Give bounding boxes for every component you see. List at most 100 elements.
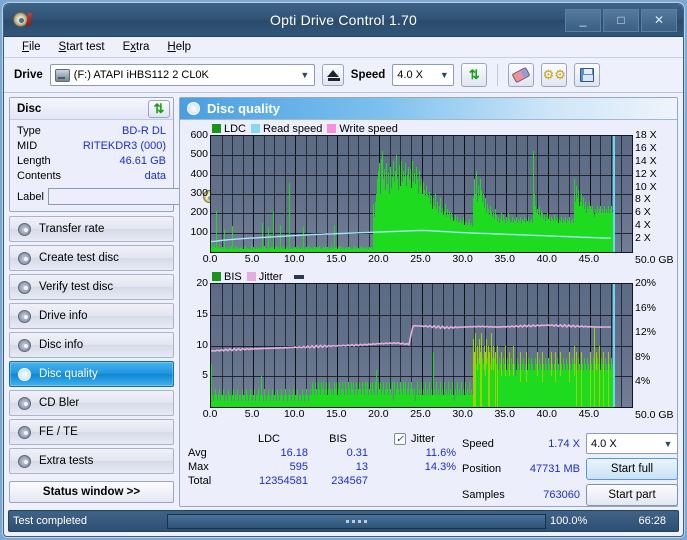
erase-button[interactable]: [508, 63, 534, 87]
ldc-plot-wrap: 100200300400500600 2 X4 X6 X8 X10 X12 X1…: [182, 135, 675, 253]
legend-label: Read speed: [263, 123, 322, 135]
eject-button[interactable]: [322, 64, 344, 86]
run-info-key-speed: Speed: [462, 438, 518, 450]
body: Disc ⇅ Type BD-R DL MID RITEKDR3 (000): [4, 93, 683, 507]
legend-swatch: [294, 275, 304, 279]
disc-icon: [18, 310, 31, 323]
sidebar-item-disc-info[interactable]: Disc info: [9, 332, 174, 358]
y2-tick-label: 10 X: [635, 181, 657, 193]
stats-total-ldc: 12354581: [230, 475, 308, 487]
drive-icon: [55, 69, 70, 82]
app-window: Opti Drive Control 1.70 _ □ ✕ FFileile S…: [3, 3, 684, 537]
stats-col-jitter: ✓ Jitter: [394, 433, 456, 445]
x-tick-label: 40.0: [537, 408, 557, 420]
y2-tick-label: 12%: [635, 326, 656, 338]
menu-bar: FFileile Start test Extra Help: [4, 37, 683, 58]
run-info-key-samples: Samples: [462, 489, 518, 501]
menu-item-file[interactable]: FFileile: [22, 41, 41, 53]
stats-row-key-max: Max: [188, 461, 230, 473]
status-text: Test completed: [13, 515, 163, 527]
progress-bar: [167, 514, 546, 529]
sidebar-item-fe-te[interactable]: FE / TE: [9, 419, 174, 445]
bis-x-axis: 0.05.010.015.020.025.030.035.040.045.0: [210, 408, 633, 422]
run-info-value-samples: 763060: [518, 489, 580, 501]
jitter-checkbox[interactable]: ✓: [394, 433, 406, 445]
x-tick-label: 15.0: [326, 408, 346, 420]
disc-row-contents: Contents data: [17, 169, 166, 184]
disc-row-key: Length: [17, 154, 51, 169]
y-tick-label: 400: [190, 168, 208, 180]
refresh-icon: ⇅: [154, 101, 165, 117]
sidebar-item-label: FE / TE: [39, 426, 78, 438]
x-tick-label: 25.0: [410, 408, 430, 420]
disc-properties: Type BD-R DL MID RITEKDR3 (000) Length 4…: [10, 120, 173, 211]
menu-item-help[interactable]: Help: [167, 41, 191, 53]
start-full-button[interactable]: Start full: [586, 458, 678, 480]
start-part-button[interactable]: Start part: [586, 484, 678, 506]
y2-tick-label: 4%: [635, 375, 650, 387]
disc-refresh-button[interactable]: ⇅: [148, 100, 170, 118]
disc-label-input[interactable]: [48, 188, 198, 205]
disc-icon: [18, 455, 31, 468]
y-tick-label: 200: [190, 206, 208, 218]
stats-max-ldc: 595: [230, 461, 308, 473]
menu-item-extra[interactable]: Extra: [123, 41, 150, 53]
statistics-grid: LDC BIS ✓ Jitter Avg 16.18 0.31 11.6% Ma…: [188, 433, 456, 487]
sidebar-item-label: Drive info: [39, 310, 88, 322]
legend-jitter: Jitter: [247, 271, 283, 283]
settings-button[interactable]: ⚙⚙: [541, 63, 567, 87]
sidebar-item-disc-quality[interactable]: Disc quality: [9, 361, 174, 387]
main-header: Disc quality: [180, 98, 677, 120]
sidebar-item-transfer-rate[interactable]: Transfer rate: [9, 216, 174, 242]
stats-total-bis: 234567: [308, 475, 368, 487]
speed-select[interactable]: 4.0 X ▼: [392, 64, 454, 86]
sidebar-item-extra-tests[interactable]: Extra tests: [9, 448, 174, 474]
legend-write-speed: Write speed: [327, 123, 398, 135]
stats-max-jitter: 14.3%: [394, 461, 456, 473]
legend-label: Write speed: [339, 123, 398, 135]
drive-label: Drive: [14, 69, 43, 81]
refresh-button[interactable]: ⇅: [461, 63, 487, 87]
x-tick-label: 25.0: [410, 253, 430, 265]
stats-max-bis: 13: [308, 461, 368, 473]
sidebar-item-drive-info[interactable]: Drive info: [9, 303, 174, 329]
legend-extra-marker: [288, 275, 304, 279]
y2-tick-label: 12 X: [635, 168, 657, 180]
disc-icon: [18, 397, 31, 410]
ldc-x-axis: 0.05.010.015.020.025.030.035.040.045.0: [210, 253, 633, 267]
bis-jitter-chart: BIS Jitter 5101520 4%8%12%16%20%: [182, 270, 675, 422]
status-window-button[interactable]: Status window >>: [9, 481, 174, 503]
test-speed-select[interactable]: 4.0 X ▼: [586, 433, 678, 454]
sidebar-item-cd-bler[interactable]: CD Bler: [9, 390, 174, 416]
y2-tick-label: 16%: [635, 302, 656, 314]
legend-swatch: [327, 124, 336, 133]
stats-avg-ldc: 16.18: [230, 447, 308, 459]
sidebar-item-verify-test-disc[interactable]: Verify test disc: [9, 274, 174, 300]
x-tick-label: 35.0: [494, 253, 514, 265]
x-tick-label: 5.0: [245, 408, 260, 420]
window-title: Opti Drive Control 1.70: [4, 12, 683, 28]
line-series-overlay: [211, 284, 632, 407]
sidebar-item-label: Disc quality: [39, 368, 98, 380]
y2-tick-label: 14 X: [635, 155, 657, 167]
title-bar: Opti Drive Control 1.70 _ □ ✕: [4, 4, 683, 37]
stats-row-key-avg: Avg: [188, 447, 230, 459]
ldc-x-unit: 50.0 GB: [635, 254, 674, 266]
x-tick-label: 45.0: [579, 408, 599, 420]
save-button[interactable]: [574, 63, 600, 87]
menu-item-start-test[interactable]: Start test: [59, 41, 105, 53]
x-tick-label: 30.0: [452, 408, 472, 420]
y-tick-label: 10: [196, 339, 208, 351]
disc-icon: [18, 281, 31, 294]
legend-ldc: LDC: [212, 123, 246, 135]
sidebar-item-create-test-disc[interactable]: Create test disc: [9, 245, 174, 271]
legend-swatch: [247, 272, 256, 281]
x-tick-label: 20.0: [368, 253, 388, 265]
disc-row-value: RITEKDR3 (000): [83, 139, 166, 154]
sidebar: Disc ⇅ Type BD-R DL MID RITEKDR3 (000): [9, 97, 174, 507]
x-tick-label: 35.0: [494, 408, 514, 420]
progress-dots: [168, 515, 545, 528]
x-tick-label: 10.0: [284, 253, 304, 265]
drive-select[interactable]: (F:) ATAPI iHBS112 2 CL0K ▼: [50, 64, 315, 86]
disc-icon: [18, 223, 31, 236]
